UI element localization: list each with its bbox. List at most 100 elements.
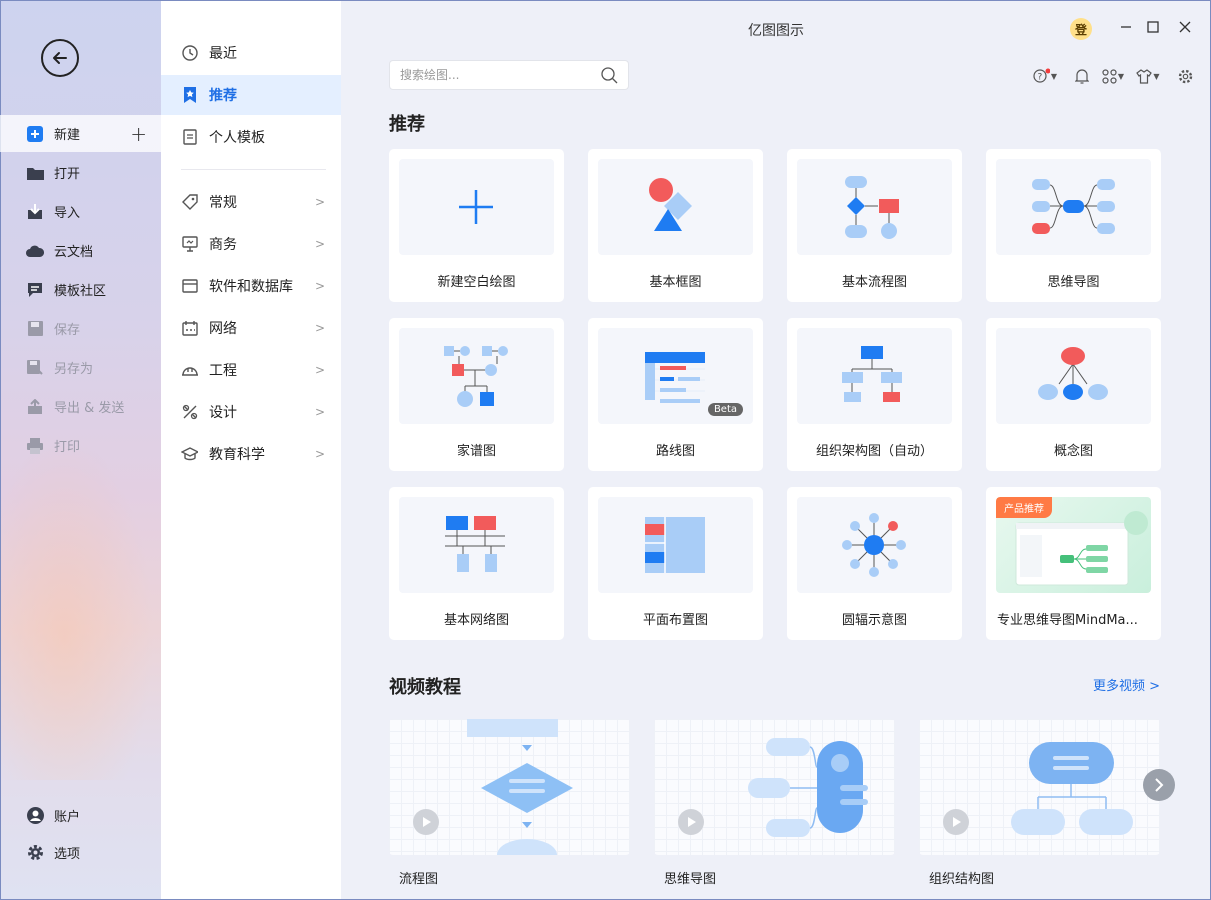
rail-import[interactable]: 导入 <box>0 193 161 230</box>
cat-general-label: 常规 <box>209 195 237 211</box>
card-label: 组织架构图（自动） <box>815 444 933 459</box>
video-thumbnail <box>654 719 895 855</box>
cat-design[interactable]: 设计 > <box>161 392 341 432</box>
promo-tag: 产品推荐 <box>996 497 1052 518</box>
help-button[interactable]: ? ▼ <box>1033 67 1057 85</box>
maximize-button[interactable] <box>1143 18 1163 37</box>
card-basic-block[interactable]: 基本框图 <box>588 149 763 302</box>
cat-recommend[interactable]: 推荐 <box>161 75 341 115</box>
save-icon <box>26 320 44 338</box>
cat-network[interactable]: 网络 > <box>161 308 341 348</box>
video-card-mind-map[interactable]: 思维导图 <box>654 719 895 889</box>
cat-business[interactable]: 商务 > <box>161 224 341 264</box>
play-button[interactable] <box>943 809 969 835</box>
thumbnail <box>797 497 952 593</box>
thumbnail <box>797 328 952 424</box>
card-label: 路线图 <box>655 444 695 459</box>
back-button[interactable] <box>41 39 79 77</box>
card-mind-map[interactable]: 思维导图 <box>986 149 1161 302</box>
skin-button[interactable]: ▼ <box>1136 67 1160 85</box>
basic-shapes-icon <box>649 178 692 231</box>
divider <box>181 169 326 170</box>
video-thumbnail <box>389 719 630 855</box>
rail-save-as-label: 另存为 <box>54 362 94 377</box>
rail-save-label: 保存 <box>54 323 81 338</box>
search-input[interactable] <box>400 68 595 82</box>
rail-save-as[interactable]: 另存为 <box>0 349 161 386</box>
rail-new-label: 新建 <box>54 128 81 143</box>
add-icon[interactable]: + <box>130 122 147 146</box>
cat-software-database[interactable]: 软件和数据库 > <box>161 266 341 306</box>
cat-software-database-label: 软件和数据库 <box>209 279 293 295</box>
minimize-icon <box>1121 26 1131 28</box>
thumbnail <box>996 159 1151 255</box>
beta-badge: Beta <box>707 403 743 416</box>
settings-button[interactable] <box>1173 67 1197 85</box>
clock-icon <box>181 45 198 62</box>
rail-account-label: 账户 <box>54 810 81 825</box>
org-chart-icon <box>842 346 902 402</box>
rail-account[interactable]: 账户 <box>0 797 161 834</box>
carousel-next-button[interactable] <box>1143 769 1175 801</box>
rail-options[interactable]: 选项 <box>0 834 161 871</box>
video-label: 思维导图 <box>664 872 717 887</box>
minimize-button[interactable] <box>1116 18 1136 37</box>
chevron-right-icon: > <box>314 237 325 251</box>
rail-save[interactable]: 保存 <box>0 310 161 347</box>
play-button[interactable] <box>413 809 439 835</box>
cat-general[interactable]: 常规 > <box>161 182 341 222</box>
rail-export[interactable]: 导出 & 发送 <box>0 388 161 425</box>
card-org-chart-auto[interactable]: 组织架构图（自动） <box>787 318 962 471</box>
rail-print[interactable]: 打印 <box>0 427 161 464</box>
card-radial-diagram[interactable]: 圆辐示意图 <box>787 487 962 640</box>
card-mindmaster-promo[interactable]: 产品推荐 专业思维导图MindMa... <box>986 487 1161 640</box>
more-videos-link[interactable]: 更多视频 > <box>1093 675 1160 694</box>
rail-cloud-label: 云文档 <box>54 245 94 260</box>
tshirt-icon <box>1136 68 1153 84</box>
cat-personal-templates[interactable]: 个人模板 <box>161 117 341 157</box>
card-concept-map[interactable]: 概念图 <box>986 318 1161 471</box>
maximize-icon <box>1147 21 1159 33</box>
card-roadmap[interactable]: Beta 路线图 <box>588 318 763 471</box>
thumbnail: Beta <box>598 328 753 424</box>
notifications-button[interactable] <box>1070 67 1094 85</box>
card-floor-plan[interactable]: 平面布置图 <box>588 487 763 640</box>
card-new-blank[interactable]: 新建空白绘图 <box>389 149 564 302</box>
card-basic-flowchart[interactable]: 基本流程图 <box>787 149 962 302</box>
avatar[interactable]: 登 <box>1070 18 1092 40</box>
video-card-flowchart[interactable]: 流程图 <box>389 719 630 889</box>
cat-recent-label: 最近 <box>209 46 237 62</box>
chat-icon <box>26 281 44 299</box>
close-button[interactable] <box>1175 18 1195 37</box>
thumbnail <box>797 159 952 255</box>
cat-personal-templates-label: 个人模板 <box>209 130 265 146</box>
rail-new[interactable]: 新建 + <box>0 115 161 152</box>
play-button[interactable] <box>678 809 704 835</box>
mind-map-icon <box>1032 179 1115 234</box>
apps-button[interactable]: ▼ <box>1101 67 1125 85</box>
main-area: 亿图图示 登 ? ▼ ▼ ▼ 推荐 新建空白绘图 <box>341 0 1211 900</box>
thumbnail <box>598 497 753 593</box>
search-box[interactable] <box>389 60 629 90</box>
rail-template-community[interactable]: 模板社区 <box>0 271 161 308</box>
thumbnail <box>399 328 554 424</box>
cat-engineering[interactable]: 工程 > <box>161 350 341 390</box>
rail-open-label: 打开 <box>54 167 81 182</box>
import-icon <box>26 203 44 221</box>
video-card-org-chart[interactable]: 组织结构图 <box>919 719 1160 889</box>
rail-cloud[interactable]: 云文档 <box>0 232 161 269</box>
chevron-right-icon: > <box>314 195 325 209</box>
chevron-right-icon: > <box>314 405 325 419</box>
cat-education-science[interactable]: 教育科学 > <box>161 434 341 474</box>
card-family-tree[interactable]: 家谱图 <box>389 318 564 471</box>
card-label: 基本网络图 <box>443 613 509 628</box>
new-file-icon <box>26 125 44 143</box>
cat-recent[interactable]: 最近 <box>161 33 341 73</box>
rail-open[interactable]: 打开 <box>0 154 161 191</box>
chevron-right-icon: > <box>314 279 325 293</box>
thumbnail <box>399 497 554 593</box>
card-label: 概念图 <box>1053 444 1093 459</box>
card-network-diagram[interactable]: 基本网络图 <box>389 487 564 640</box>
search-icon[interactable] <box>601 67 618 88</box>
tag-icon <box>181 194 198 211</box>
